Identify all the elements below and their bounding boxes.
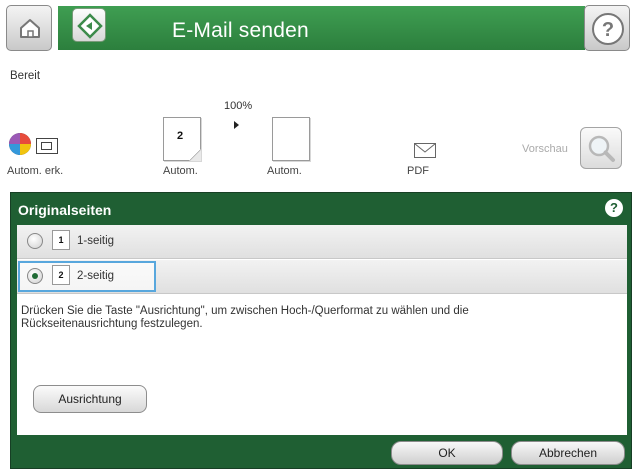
help-icon: ? xyxy=(592,13,624,45)
header-bar: E-Mail senden ? xyxy=(0,0,635,56)
dialog-help-button[interactable]: ? xyxy=(605,199,623,217)
option-1-sided[interactable]: 1 1-seitig xyxy=(17,225,627,259)
option-label: 2-seitig xyxy=(77,270,115,282)
magnifier-icon xyxy=(588,135,615,162)
color-label: Autom. erk. xyxy=(7,165,64,177)
page-title: E-Mail senden xyxy=(172,19,309,42)
home-button[interactable] xyxy=(6,5,52,51)
radio-unselected[interactable] xyxy=(27,233,43,249)
option-2-sided[interactable]: 2 2-seitig xyxy=(17,260,627,294)
option-label: 1-seitig xyxy=(77,235,115,247)
title-bar: E-Mail senden xyxy=(58,6,585,50)
help-button[interactable]: ? xyxy=(584,5,630,51)
dialog-body: 1 1-seitig 2 2-seitig Drücken Sie die Ta… xyxy=(17,225,627,435)
start-icon xyxy=(77,13,103,39)
original-sides-dialog: Originalseiten ? 1 1-seitig 2 2-seitig D… xyxy=(10,192,632,469)
size-page-icon[interactable] xyxy=(272,117,310,161)
color-icon[interactable] xyxy=(8,132,32,156)
home-icon xyxy=(20,19,40,38)
preview-button[interactable] xyxy=(580,127,622,169)
radio-selected[interactable] xyxy=(27,268,43,284)
envelope-icon[interactable] xyxy=(414,143,436,158)
status-text: Bereit xyxy=(10,70,41,82)
sides-label: Autom. xyxy=(163,165,198,177)
zoom-level: 100% xyxy=(224,100,253,112)
instruction-text: Drücken Sie die Taste "Ausrichtung", um … xyxy=(21,305,469,330)
scanner-icon[interactable] xyxy=(36,138,58,154)
page-fold-icon xyxy=(189,149,201,161)
dialog-title: Originalseiten xyxy=(18,202,112,218)
option-page-icon: 1 xyxy=(52,230,70,250)
ok-button[interactable]: OK xyxy=(391,441,503,465)
start-button[interactable] xyxy=(72,8,106,42)
sides-page-icon[interactable]: 2 xyxy=(163,117,201,161)
option-page-icon: 2 xyxy=(52,265,70,285)
sides-page-number: 2 xyxy=(177,130,184,142)
size-label: Autom. xyxy=(267,165,302,177)
file-type-label: PDF xyxy=(407,165,429,177)
orientation-button[interactable]: Ausrichtung xyxy=(33,385,147,413)
zoom-arrow-icon xyxy=(234,121,239,129)
cancel-button[interactable]: Abbrechen xyxy=(511,441,625,465)
preview-label: Vorschau xyxy=(522,143,568,155)
svg-text:?: ? xyxy=(602,19,614,41)
